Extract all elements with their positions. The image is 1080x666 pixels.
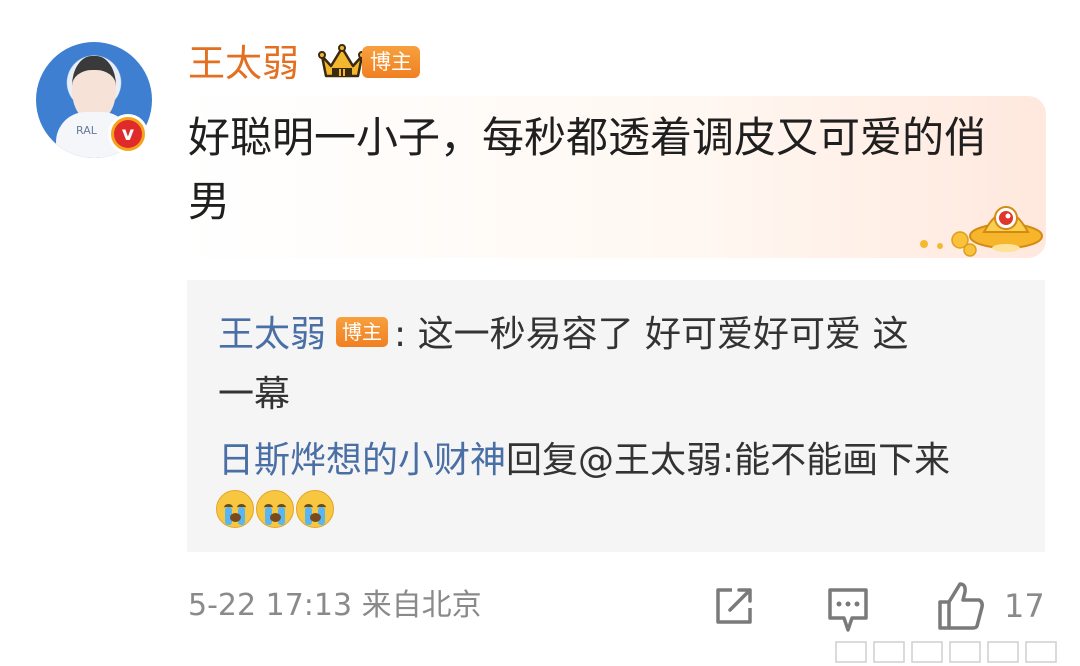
- crying-face-icon: [216, 490, 254, 528]
- quote-line-2: 一幕: [218, 366, 290, 424]
- ufo-decoration-icon: [920, 206, 1043, 257]
- reply-text: 回复@王太弱:能不能画下来: [506, 440, 951, 481]
- avatar-shirt-text: RAL: [76, 124, 97, 137]
- quote-line-1: 王太弱 博主: 这一秒易容了 好可爱好可爱 这: [218, 306, 908, 364]
- like-icon[interactable]: [936, 580, 986, 632]
- quote-blogger-badge: 博主: [336, 317, 389, 347]
- emoji-row: [216, 490, 334, 530]
- watermark-icon: [835, 641, 1057, 663]
- crying-face-icon: [296, 490, 334, 528]
- comment-text: 好聪明一小子，每秒都透着调皮又可爱的俏男: [188, 113, 987, 226]
- quote-line-3: 日斯烨想的小财神回复@王太弱:能不能画下来: [218, 432, 950, 490]
- quote-text-2: 一幕: [218, 374, 291, 415]
- blogger-badge: 博主: [362, 46, 420, 78]
- crown-level-icon: [318, 44, 366, 78]
- share-icon[interactable]: [712, 584, 756, 628]
- crying-face-icon: [256, 490, 294, 528]
- time-location: 5-22 17:13 来自北京: [188, 588, 482, 623]
- comment-username[interactable]: 王太弱: [188, 40, 299, 88]
- like-count: 17: [1004, 587, 1045, 625]
- comment-icon[interactable]: [826, 586, 870, 638]
- quote-text-1: : 这一秒易容了 好可爱好可爱 这: [394, 314, 909, 355]
- v-verified-icon: v: [108, 114, 148, 154]
- reply-username-link[interactable]: 日斯烨想的小财神: [218, 440, 506, 481]
- quote-username-link[interactable]: 王太弱: [218, 314, 326, 355]
